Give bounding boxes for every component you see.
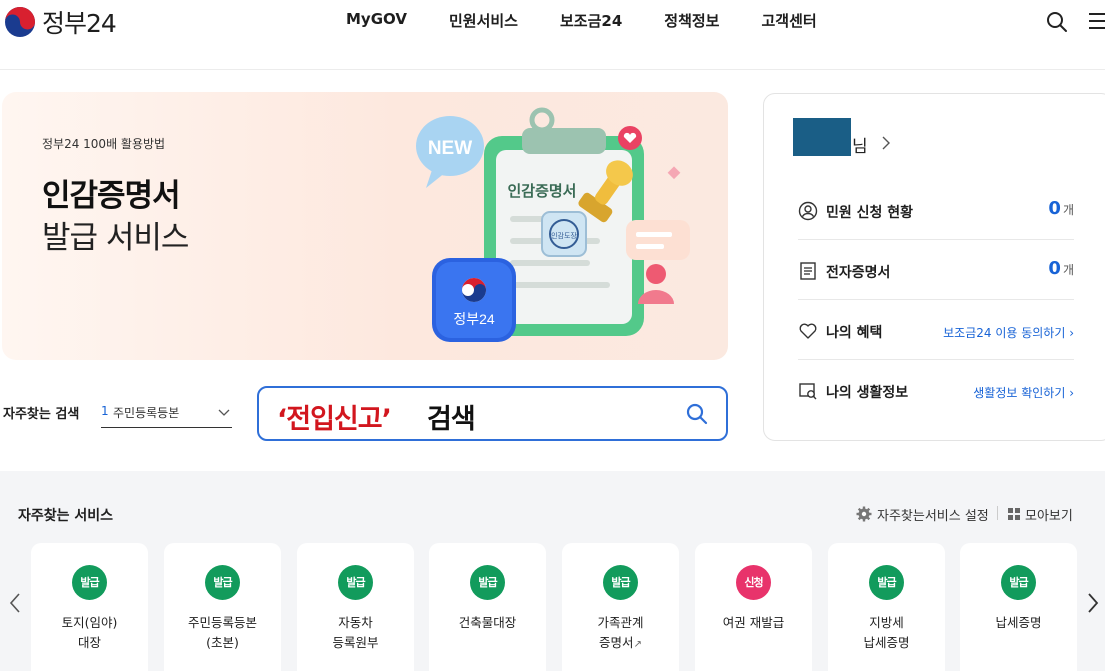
nav-subsidy24[interactable]: 보조금24 (560, 10, 622, 31)
row-label: 전자증명서 (826, 265, 891, 281)
chevron-down-icon (218, 409, 230, 416)
certificate-count: 0개 (1048, 258, 1074, 279)
issue-badge: 발급 (338, 565, 373, 600)
nav-customer-center[interactable]: 고객센터 (761, 10, 816, 31)
external-link-icon: ↗ (633, 639, 642, 650)
promo-banner[interactable]: 정부24 100배 활용방법 인감증명서 발급 서비스 NEW 인감증명서 인감… (2, 92, 728, 360)
divider (997, 506, 998, 520)
service-label: 납세증명 (995, 615, 1042, 630)
frequent-services-settings-button[interactable]: 자주찾는서비스 설정 (856, 505, 989, 524)
hamburger-menu-icon[interactable] (1088, 12, 1105, 30)
site-header: 정부24 MyGOV 민원서비스 보조금24 정책정보 고객센터 (0, 0, 1105, 70)
service-label: 여권 재발급 (722, 615, 785, 630)
carousel-next-icon[interactable] (1086, 592, 1100, 614)
view-all-button[interactable]: 모아보기 (1008, 505, 1073, 524)
search-query-keyword: ‘전입신고’ (277, 404, 392, 435)
document-icon (800, 262, 816, 280)
my-info-card: 님 민원 신청 현황 0개 전자증명서 0개 나의 혜택 보조금24 이용 동의… (763, 93, 1105, 441)
subsidy-consent-link[interactable]: 보조금24 이용 동의하기 › (943, 324, 1074, 341)
seal-certificate-illustration: NEW 인감증명서 인감도장 정부24 (416, 107, 690, 342)
nav-policy-info[interactable]: 정책정보 (664, 10, 719, 31)
row-my-benefits[interactable]: 나의 혜택 보조금24 이용 동의하기 › (798, 300, 1074, 360)
user-circle-icon (798, 201, 818, 221)
svg-text:인감증명서: 인감증명서 (507, 182, 576, 200)
frequent-search-value: 주민등록등본 (113, 406, 180, 420)
section-title: 자주찾는 서비스 (18, 508, 114, 524)
row-label: 나의 혜택 (826, 325, 883, 341)
row-life-info[interactable]: 나의 생활정보 생활정보 확인하기 › (798, 360, 1074, 420)
gear-icon (856, 506, 872, 522)
banner-kicker: 정부24 100배 활용방법 (42, 137, 166, 151)
frequent-search-select[interactable]: 1 주민등록등본 (101, 400, 232, 428)
service-label: 가족관계 증명서↗ (597, 615, 644, 650)
service-label: 지방세 납세증명 (863, 615, 910, 650)
service-card-building-register[interactable]: 발급 건축물대장 (429, 543, 546, 671)
svg-text:정부24: 정부24 (453, 311, 495, 327)
taegeuk-logo-icon (5, 7, 35, 37)
chevron-right-icon[interactable] (880, 136, 892, 150)
issue-badge: 발급 (205, 565, 240, 600)
logo-text: 정부24 (42, 9, 117, 38)
frequent-search-label: 자주찾는 검색 (3, 407, 80, 422)
nav-mygov[interactable]: MyGOV (346, 10, 407, 31)
row-label: 민원 신청 현황 (826, 205, 914, 221)
issue-badge: 발급 (603, 565, 638, 600)
service-card-tax-payment-certificate[interactable]: 발급 납세증명 (960, 543, 1077, 671)
gov24-logo[interactable]: 정부24 (4, 4, 117, 40)
service-label: 토지(임야) 대장 (61, 615, 118, 650)
row-application-status[interactable]: 민원 신청 현황 0개 (798, 180, 1074, 240)
info-search-icon (799, 383, 817, 400)
main-nav: MyGOV 민원서비스 보조금24 정책정보 고객센터 (346, 10, 817, 31)
row-label: 나의 생활정보 (826, 385, 909, 401)
issue-badge: 발급 (1001, 565, 1036, 600)
carousel-prev-icon[interactable] (8, 592, 22, 614)
issue-badge: 발급 (869, 565, 904, 600)
settings-label: 자주찾는서비스 설정 (877, 508, 989, 524)
banner-title: 인감증명서 (42, 178, 181, 214)
service-card-family-relation[interactable]: 발급 가족관계 증명서↗ (562, 543, 679, 671)
search-submit-icon[interactable] (686, 403, 708, 425)
search-query-suffix: 검색 (427, 404, 476, 435)
service-card-vehicle-register[interactable]: 발급 자동차 등록원부 (297, 543, 414, 671)
service-card-land-register[interactable]: 발급 토지(임야) 대장 (31, 543, 148, 671)
issue-badge: 발급 (72, 565, 107, 600)
view-all-label: 모아보기 (1025, 508, 1073, 524)
banner-subtitle: 발급 서비스 (42, 220, 189, 256)
redacted-username (793, 118, 851, 156)
issue-badge: 발급 (470, 565, 505, 600)
search-icon[interactable] (1046, 11, 1068, 33)
main-search-input[interactable]: ‘전입신고’ 검색 (257, 386, 728, 441)
application-count: 0개 (1048, 198, 1074, 219)
service-label: 건축물대장 (458, 615, 517, 630)
service-label: 주민등록등본 (초본) (187, 615, 257, 650)
frequent-services-section: 자주찾는 서비스 자주찾는서비스 설정 모아보기 발급 토지(임야) 대장 발급 … (0, 471, 1105, 671)
svg-text:NEW: NEW (428, 138, 472, 159)
row-e-certificate[interactable]: 전자증명서 0개 (798, 240, 1074, 300)
life-info-link[interactable]: 생활정보 확인하기 › (973, 384, 1074, 401)
service-card-resident-registration[interactable]: 발급 주민등록등본 (초본) (164, 543, 281, 671)
apply-badge: 신청 (736, 565, 771, 600)
new-bubble-icon: NEW (416, 116, 484, 188)
heart-icon (799, 323, 817, 339)
service-card-passport-reissue[interactable]: 신청 여권 재발급 (695, 543, 812, 671)
frequent-search-rank: 1 (101, 404, 109, 418)
user-honorific: 님 (852, 137, 868, 157)
grid-icon (1008, 508, 1020, 520)
service-label: 자동차 등록원부 (332, 615, 379, 650)
service-card-local-tax-certificate[interactable]: 발급 지방세 납세증명 (828, 543, 945, 671)
nav-civil-services[interactable]: 민원서비스 (449, 10, 518, 31)
svg-text:인감도장: 인감도장 (551, 231, 577, 240)
